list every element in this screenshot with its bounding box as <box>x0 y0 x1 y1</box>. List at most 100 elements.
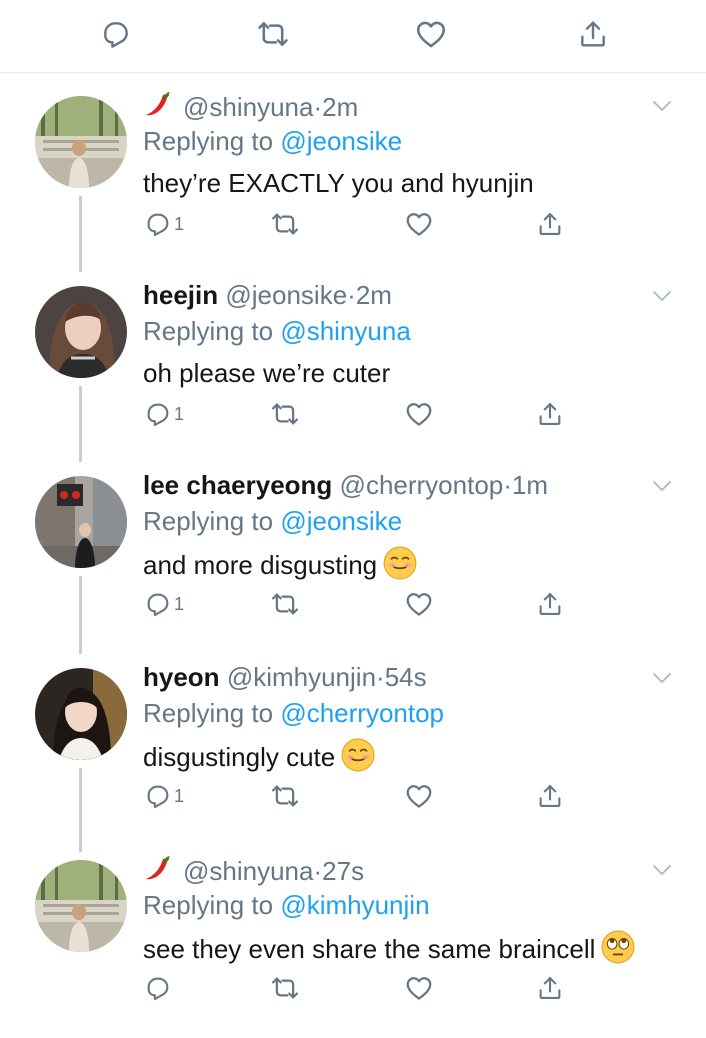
like-button[interactable] <box>404 394 434 434</box>
reply-button[interactable]: 1 <box>144 584 184 624</box>
share-button[interactable] <box>536 394 564 434</box>
share-icon <box>536 400 564 428</box>
share-button[interactable] <box>536 776 564 816</box>
avatar[interactable] <box>35 96 127 188</box>
reply-count: 1 <box>174 213 185 234</box>
tweet-item[interactable]: lee chaeryeong @cherryontop·1m Replying … <box>0 464 706 654</box>
tweet-header: @shinyuna·2m <box>143 88 358 124</box>
share-button[interactable] <box>536 584 564 624</box>
retweet-button[interactable] <box>270 394 300 434</box>
like-button[interactable] <box>404 968 434 1008</box>
heart-icon <box>414 17 448 51</box>
tweet-actions <box>140 968 580 1008</box>
timestamp[interactable]: 2m <box>356 280 392 310</box>
reply-button[interactable] <box>144 968 174 1008</box>
tweet-text: see they even share the same braincell <box>143 930 635 966</box>
chevron-down-icon[interactable] <box>650 284 674 308</box>
retweet-icon <box>270 209 300 239</box>
replying-to-label: Replying to <box>143 506 274 536</box>
replying-to-label: Replying to <box>143 698 274 728</box>
avatar[interactable] <box>35 668 127 760</box>
tweet-actions: 1 <box>140 394 580 434</box>
chevron-down-icon[interactable] <box>650 474 674 498</box>
like-button[interactable] <box>404 584 434 624</box>
heart-icon <box>404 781 434 811</box>
main-tweet-action-bar <box>0 0 706 73</box>
replying-to: Replying to @shinyuna <box>143 314 411 348</box>
avatar[interactable] <box>35 286 127 378</box>
tweet-actions: 1 <box>140 776 580 816</box>
user-handle[interactable]: @shinyuna <box>183 856 313 886</box>
tweet-actions: 1 <box>140 584 580 624</box>
reply-button[interactable]: 1 <box>144 204 184 244</box>
like-button[interactable] <box>404 204 434 244</box>
like-button[interactable] <box>404 776 434 816</box>
replying-to-label: Replying to <box>143 316 274 346</box>
reply-icon <box>144 782 172 810</box>
separator: · <box>347 280 356 310</box>
retweet-button[interactable] <box>270 776 300 816</box>
tweet-item[interactable]: @shinyuna·27s Replying to @kimhyunjin se… <box>0 848 706 1038</box>
reply-count: 1 <box>174 403 185 424</box>
reply-button[interactable]: 1 <box>144 394 184 434</box>
share-button[interactable] <box>536 968 564 1008</box>
separator: · <box>313 856 323 886</box>
reply-button[interactable]: 1 <box>144 776 184 816</box>
reply-icon <box>100 18 132 50</box>
smiling-face-icon <box>383 546 417 580</box>
reply-to-link[interactable]: @kimhyunjin <box>280 890 429 920</box>
replying-to-label: Replying to <box>143 126 274 156</box>
reply-to-link[interactable]: @cherryontop <box>280 698 444 728</box>
heart-icon <box>404 399 434 429</box>
tweet-text: oh please we’re cuter <box>143 358 391 388</box>
user-handle[interactable]: @shinyuna <box>183 92 313 122</box>
retweet-button[interactable] <box>255 16 291 52</box>
avatar-photo-street <box>35 476 127 568</box>
tweet-text: and more disgusting <box>143 546 417 582</box>
retweet-button[interactable] <box>270 584 300 624</box>
timestamp[interactable]: 1m <box>512 470 548 500</box>
reply-to-link[interactable]: @jeonsike <box>280 506 402 536</box>
chevron-down-icon[interactable] <box>650 666 674 690</box>
reply-icon <box>144 400 172 428</box>
display-name[interactable]: lee chaeryeong <box>143 470 332 500</box>
tweet-actions: 1 <box>140 204 580 244</box>
chevron-down-icon[interactable] <box>650 858 674 882</box>
timestamp[interactable]: 2m <box>322 92 358 122</box>
reply-count: 1 <box>174 785 185 806</box>
avatar[interactable] <box>35 476 127 568</box>
reply-to-link[interactable]: @shinyuna <box>280 316 410 346</box>
timestamp[interactable]: 27s <box>322 856 364 886</box>
separator: · <box>503 470 512 500</box>
heart-icon <box>404 209 434 239</box>
retweet-button[interactable] <box>270 968 300 1008</box>
tweet-item[interactable]: @shinyuna·2m Replying to @jeonsike they’… <box>0 84 706 274</box>
chevron-down-icon[interactable] <box>650 94 674 118</box>
tweet-text: they’re EXACTLY you and hyunjin <box>143 168 534 198</box>
reply-button[interactable] <box>98 16 134 52</box>
avatar-photo-outdoor <box>35 860 127 952</box>
tweet-text-content: disgustingly cute <box>143 742 336 772</box>
user-handle[interactable]: @kimhyunjin <box>227 662 376 692</box>
reply-to-link[interactable]: @jeonsike <box>280 126 402 156</box>
user-handle[interactable]: @jeonsike <box>225 280 347 310</box>
display-name[interactable]: heejin <box>143 280 218 310</box>
chili-pepper-icon <box>143 88 175 120</box>
separator: · <box>376 662 385 692</box>
tweet-item[interactable]: heejin @jeonsike·2m Replying to @shinyun… <box>0 274 706 464</box>
user-handle[interactable]: @cherryontop <box>340 470 504 500</box>
like-button[interactable] <box>413 16 449 52</box>
retweet-button[interactable] <box>270 204 300 244</box>
display-name[interactable]: hyeon <box>143 662 220 692</box>
tweet-item[interactable]: hyeon @kimhyunjin·54s Replying to @cherr… <box>0 656 706 846</box>
avatar[interactable] <box>35 860 127 952</box>
tweet-header: @shinyuna·27s <box>143 852 364 888</box>
reply-icon <box>144 974 172 1002</box>
share-button[interactable] <box>536 204 564 244</box>
timestamp[interactable]: 54s <box>385 662 427 692</box>
share-button[interactable] <box>575 16 611 52</box>
retweet-icon <box>270 973 300 1003</box>
heart-icon <box>404 589 434 619</box>
chili-pepper-icon <box>143 852 175 884</box>
tweet-text-content: and more disgusting <box>143 550 378 580</box>
